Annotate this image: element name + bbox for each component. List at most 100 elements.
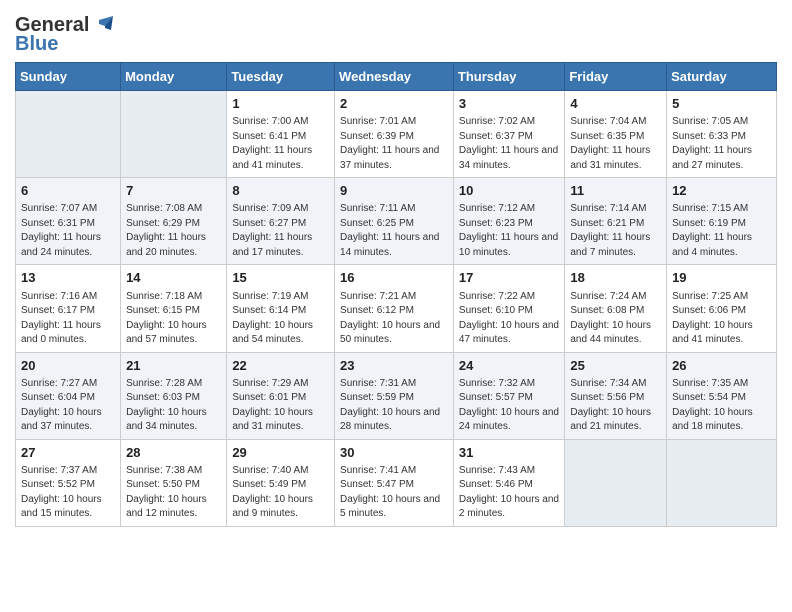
day-number: 11 xyxy=(570,182,661,200)
cell-content: Sunrise: 7:12 AMSunset: 6:23 PMDaylight:… xyxy=(459,202,559,260)
calendar-cell: 24 Sunrise: 7:32 AMSunset: 5:57 PMDayligh… xyxy=(453,352,564,439)
cell-content: Sunrise: 7:18 AMSunset: 6:15 PMDaylight:… xyxy=(126,290,221,348)
day-number: 3 xyxy=(459,95,559,113)
calendar-cell: 13 Sunrise: 7:16 AMSunset: 6:17 PMDayligh… xyxy=(16,265,121,352)
page-header: General Blue xyxy=(15,10,777,56)
cell-content: Sunrise: 7:38 AMSunset: 5:50 PMDaylight:… xyxy=(126,464,221,522)
day-number: 12 xyxy=(672,182,771,200)
calendar-cell xyxy=(121,91,227,178)
logo-blue-text: Blue xyxy=(15,33,58,56)
weekday-header-wednesday: Wednesday xyxy=(335,63,454,91)
cell-content: Sunrise: 7:34 AMSunset: 5:56 PMDaylight:… xyxy=(570,377,661,435)
calendar-cell: 12 Sunrise: 7:15 AMSunset: 6:19 PMDayligh… xyxy=(667,178,777,265)
calendar-cell: 20 Sunrise: 7:27 AMSunset: 6:04 PMDayligh… xyxy=(16,352,121,439)
weekday-header-saturday: Saturday xyxy=(667,63,777,91)
calendar-cell: 9 Sunrise: 7:11 AMSunset: 6:25 PMDaylight… xyxy=(335,178,454,265)
day-number: 31 xyxy=(459,444,559,462)
calendar-cell: 26Sunrise: 7:35 AMSunset: 5:54 PMDayligh… xyxy=(667,352,777,439)
week-row-4: 20 Sunrise: 7:27 AMSunset: 6:04 PMDayligh… xyxy=(16,352,777,439)
cell-content: Sunrise: 7:28 AMSunset: 6:03 PMDaylight:… xyxy=(126,377,221,435)
calendar-cell: 11 Sunrise: 7:14 AMSunset: 6:21 PMDayligh… xyxy=(565,178,667,265)
cell-content: Sunrise: 7:35 AMSunset: 5:54 PMDaylight:… xyxy=(672,377,771,435)
cell-content: Sunrise: 7:40 AMSunset: 5:49 PMDaylight:… xyxy=(232,464,329,522)
cell-content: Sunrise: 7:14 AMSunset: 6:21 PMDaylight:… xyxy=(570,202,661,260)
cell-content: Sunrise: 7:37 AMSunset: 5:52 PMDaylight:… xyxy=(21,464,115,522)
calendar-cell: 6 Sunrise: 7:07 AMSunset: 6:31 PMDaylight… xyxy=(16,178,121,265)
day-number: 5 xyxy=(672,95,771,113)
day-number: 21 xyxy=(126,357,221,375)
logo: General Blue xyxy=(15,14,113,56)
cell-content: Sunrise: 7:09 AMSunset: 6:27 PMDaylight:… xyxy=(232,202,329,260)
cell-content: Sunrise: 7:27 AMSunset: 6:04 PMDaylight:… xyxy=(21,377,115,435)
day-number: 9 xyxy=(340,182,448,200)
day-number: 19 xyxy=(672,269,771,287)
day-number: 10 xyxy=(459,182,559,200)
calendar-cell: 23 Sunrise: 7:31 AMSunset: 5:59 PMDayligh… xyxy=(335,352,454,439)
calendar-cell xyxy=(565,439,667,526)
day-number: 28 xyxy=(126,444,221,462)
day-number: 6 xyxy=(21,182,115,200)
calendar-cell: 17Sunrise: 7:22 AMSunset: 6:10 PMDayligh… xyxy=(453,265,564,352)
calendar-cell: 7 Sunrise: 7:08 AMSunset: 6:29 PMDaylight… xyxy=(121,178,227,265)
calendar-cell: 21 Sunrise: 7:28 AMSunset: 6:03 PMDayligh… xyxy=(121,352,227,439)
cell-content: Sunrise: 7:31 AMSunset: 5:59 PMDaylight:… xyxy=(340,377,448,435)
calendar-cell: 16Sunrise: 7:21 AMSunset: 6:12 PMDayligh… xyxy=(335,265,454,352)
calendar-cell: 3 Sunrise: 7:02 AMSunset: 6:37 PMDaylight… xyxy=(453,91,564,178)
cell-content: Sunrise: 7:22 AMSunset: 6:10 PMDaylight:… xyxy=(459,290,559,348)
cell-content: Sunrise: 7:16 AMSunset: 6:17 PMDaylight:… xyxy=(21,290,115,348)
day-number: 14 xyxy=(126,269,221,287)
day-number: 8 xyxy=(232,182,329,200)
day-number: 23 xyxy=(340,357,448,375)
day-number: 30 xyxy=(340,444,448,462)
weekday-header-thursday: Thursday xyxy=(453,63,564,91)
calendar-cell: 30 Sunrise: 7:41 AMSunset: 5:47 PMDayligh… xyxy=(335,439,454,526)
cell-content: Sunrise: 7:15 AMSunset: 6:19 PMDaylight:… xyxy=(672,202,771,260)
week-row-3: 13 Sunrise: 7:16 AMSunset: 6:17 PMDayligh… xyxy=(16,265,777,352)
calendar-cell: 29 Sunrise: 7:40 AMSunset: 5:49 PMDayligh… xyxy=(227,439,335,526)
cell-content: Sunrise: 7:43 AMSunset: 5:46 PMDaylight:… xyxy=(459,464,559,522)
cell-content: Sunrise: 7:29 AMSunset: 6:01 PMDaylight:… xyxy=(232,377,329,435)
day-number: 27 xyxy=(21,444,115,462)
day-number: 4 xyxy=(570,95,661,113)
cell-content: Sunrise: 7:05 AMSunset: 6:33 PMDaylight:… xyxy=(672,115,771,173)
cell-content: Sunrise: 7:41 AMSunset: 5:47 PMDaylight:… xyxy=(340,464,448,522)
cell-content: Sunrise: 7:02 AMSunset: 6:37 PMDaylight:… xyxy=(459,115,559,173)
cell-content: Sunrise: 7:07 AMSunset: 6:31 PMDaylight:… xyxy=(21,202,115,260)
cell-content: Sunrise: 7:11 AMSunset: 6:25 PMDaylight:… xyxy=(340,202,448,260)
calendar-cell: 14 Sunrise: 7:18 AMSunset: 6:15 PMDayligh… xyxy=(121,265,227,352)
calendar-cell: 1 Sunrise: 7:00 AMSunset: 6:41 PMDaylight… xyxy=(227,91,335,178)
cell-content: Sunrise: 7:08 AMSunset: 6:29 PMDaylight:… xyxy=(126,202,221,260)
day-number: 13 xyxy=(21,269,115,287)
logo-bird-icon xyxy=(91,16,113,36)
cell-content: Sunrise: 7:32 AMSunset: 5:57 PMDaylight:… xyxy=(459,377,559,435)
day-number: 1 xyxy=(232,95,329,113)
calendar-cell xyxy=(16,91,121,178)
day-number: 7 xyxy=(126,182,221,200)
calendar-cell: 19 Sunrise: 7:25 AMSunset: 6:06 PMDayligh… xyxy=(667,265,777,352)
cell-content: Sunrise: 7:24 AMSunset: 6:08 PMDaylight:… xyxy=(570,290,661,348)
day-number: 29 xyxy=(232,444,329,462)
cell-content: Sunrise: 7:19 AMSunset: 6:14 PMDaylight:… xyxy=(232,290,329,348)
day-number: 24 xyxy=(459,357,559,375)
day-number: 2 xyxy=(340,95,448,113)
cell-content: Sunrise: 7:04 AMSunset: 6:35 PMDaylight:… xyxy=(570,115,661,173)
calendar-cell: 31 Sunrise: 7:43 AMSunset: 5:46 PMDayligh… xyxy=(453,439,564,526)
cell-content: Sunrise: 7:01 AMSunset: 6:39 PMDaylight:… xyxy=(340,115,448,173)
weekday-header-friday: Friday xyxy=(565,63,667,91)
day-number: 20 xyxy=(21,357,115,375)
week-row-2: 6 Sunrise: 7:07 AMSunset: 6:31 PMDaylight… xyxy=(16,178,777,265)
day-number: 15 xyxy=(232,269,329,287)
calendar-cell: 10 Sunrise: 7:12 AMSunset: 6:23 PMDayligh… xyxy=(453,178,564,265)
calendar-cell: 27 Sunrise: 7:37 AMSunset: 5:52 PMDayligh… xyxy=(16,439,121,526)
calendar-cell: 8 Sunrise: 7:09 AMSunset: 6:27 PMDaylight… xyxy=(227,178,335,265)
calendar-table: SundayMondayTuesdayWednesdayThursdayFrid… xyxy=(15,62,777,527)
weekday-header-monday: Monday xyxy=(121,63,227,91)
weekday-header-sunday: Sunday xyxy=(16,63,121,91)
day-number: 16 xyxy=(340,269,448,287)
week-row-1: 1 Sunrise: 7:00 AMSunset: 6:41 PMDaylight… xyxy=(16,91,777,178)
calendar-cell: 18Sunrise: 7:24 AMSunset: 6:08 PMDayligh… xyxy=(565,265,667,352)
cell-content: Sunrise: 7:00 AMSunset: 6:41 PMDaylight:… xyxy=(232,115,329,173)
calendar-cell: 5 Sunrise: 7:05 AMSunset: 6:33 PMDaylight… xyxy=(667,91,777,178)
cell-content: Sunrise: 7:25 AMSunset: 6:06 PMDaylight:… xyxy=(672,290,771,348)
calendar-cell xyxy=(667,439,777,526)
